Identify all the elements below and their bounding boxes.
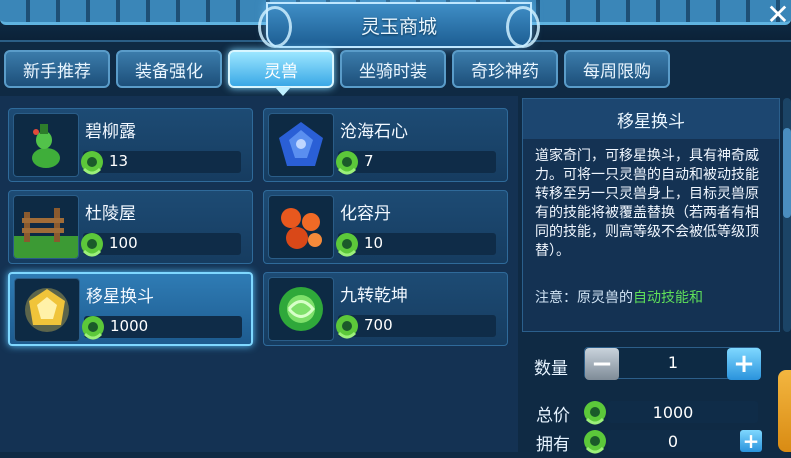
tab-pets[interactable]: 灵兽 <box>228 50 334 96</box>
quantity-stepper[interactable]: − 1 + <box>584 347 761 380</box>
price-bar <box>83 233 241 255</box>
owned-value: 0 <box>667 432 679 451</box>
recharge-button[interactable]: + <box>740 430 762 452</box>
tab-label: 装备强化 <box>135 61 203 82</box>
tab-weekly[interactable]: 每周限购 <box>564 50 670 88</box>
item-card[interactable]: 化容丹 10 <box>263 190 508 264</box>
item-price: 1000 <box>110 317 149 335</box>
wooden-fence-icon <box>13 195 79 259</box>
green-orb-icon <box>268 277 334 341</box>
price-bar <box>84 316 242 338</box>
tab-label: 新手推荐 <box>23 61 91 82</box>
item-name: 移星换斗 <box>86 287 154 307</box>
tab-mount[interactable]: 坐骑时装 <box>340 50 446 88</box>
red-pills-icon <box>268 195 334 259</box>
detail-title: 移星换斗 <box>523 99 779 139</box>
tab-label: 奇珍神药 <box>471 61 539 82</box>
price-bar <box>338 151 496 173</box>
jade-currency-icon <box>334 311 360 339</box>
item-name: 九转乾坤 <box>340 286 408 306</box>
item-card[interactable]: 沧海石心 7 <box>263 108 508 182</box>
item-name: 沧海石心 <box>340 122 408 142</box>
scroll-thumb[interactable] <box>783 128 791 218</box>
item-price: 700 <box>364 316 393 334</box>
quantity-value[interactable]: 1 <box>619 353 727 372</box>
price-bar <box>338 233 496 255</box>
item-price: 13 <box>109 152 129 170</box>
close-icon: ✕ <box>766 0 790 31</box>
decrease-button[interactable]: − <box>585 348 619 380</box>
item-card[interactable]: 九转乾坤 700 <box>263 272 508 346</box>
tab-label: 每周限购 <box>583 61 651 82</box>
golden-gem-icon <box>14 278 80 342</box>
tab-medicine[interactable]: 奇珍神药 <box>452 50 558 88</box>
item-card-selected[interactable]: 移星换斗 1000 <box>8 272 253 346</box>
note-prefix: 注意：原灵兽的 <box>535 290 633 305</box>
item-name: 碧柳露 <box>85 122 136 142</box>
quantity-label: 数量 <box>534 359 568 379</box>
price-bar <box>83 151 241 173</box>
increase-button[interactable]: + <box>727 348 761 380</box>
plus-icon: + <box>733 349 755 379</box>
jade-currency-icon <box>582 397 608 425</box>
tab-label: 灵兽 <box>264 61 298 82</box>
item-price: 10 <box>364 234 384 252</box>
tab-equip[interactable]: 装备强化 <box>116 50 222 88</box>
detail-description: 道家奇门，可移星换斗，具有神奇威力。可将一只灵兽的自动和被动技能转移至另一只灵兽… <box>535 148 759 259</box>
owned-label: 拥有 <box>536 435 570 455</box>
detail-scrollbar[interactable] <box>783 98 791 332</box>
jade-currency-icon <box>334 147 360 175</box>
price-bar <box>338 315 496 337</box>
item-price: 100 <box>109 234 138 252</box>
item-price: 7 <box>364 152 374 170</box>
side-badge[interactable] <box>778 370 791 452</box>
note-highlight: 自动技能和 <box>633 290 703 305</box>
item-name: 杜陵屋 <box>85 204 136 224</box>
window-title: 灵玉商城 <box>360 15 437 38</box>
item-name: 化容丹 <box>340 204 391 224</box>
blue-crystal-icon <box>268 113 334 177</box>
jade-currency-icon <box>582 426 608 454</box>
close-button[interactable]: ✕ <box>765 0 791 30</box>
ornament-right-icon <box>506 6 540 48</box>
item-grid: 碧柳露 13 沧海石心 7 杜陵屋 100 化容丹 10 移星换斗 1000 九… <box>0 96 518 452</box>
item-card[interactable]: 杜陵屋 100 <box>8 190 253 264</box>
jade-currency-icon <box>79 147 105 175</box>
ornament-left-icon <box>258 6 292 48</box>
item-detail-panel: 移星换斗 道家奇门，可移星换斗，具有神奇威力。可将一只灵兽的自动和被动技能转移至… <box>522 98 780 332</box>
jade-currency-icon <box>334 229 360 257</box>
total-label: 总价 <box>536 406 570 426</box>
green-gourd-icon <box>13 113 79 177</box>
minus-icon: − <box>591 349 613 379</box>
tab-newbie[interactable]: 新手推荐 <box>4 50 110 88</box>
tab-label: 坐骑时装 <box>359 61 427 82</box>
jade-currency-icon <box>79 229 105 257</box>
title-plaque: 灵玉商城 <box>258 2 540 48</box>
jade-currency-icon <box>80 312 106 340</box>
detail-note: 注意：原灵兽的自动技能和 <box>535 289 769 305</box>
plus-icon: + <box>742 429 760 453</box>
total-value: 1000 <box>652 403 694 422</box>
item-card[interactable]: 碧柳露 13 <box>8 108 253 182</box>
